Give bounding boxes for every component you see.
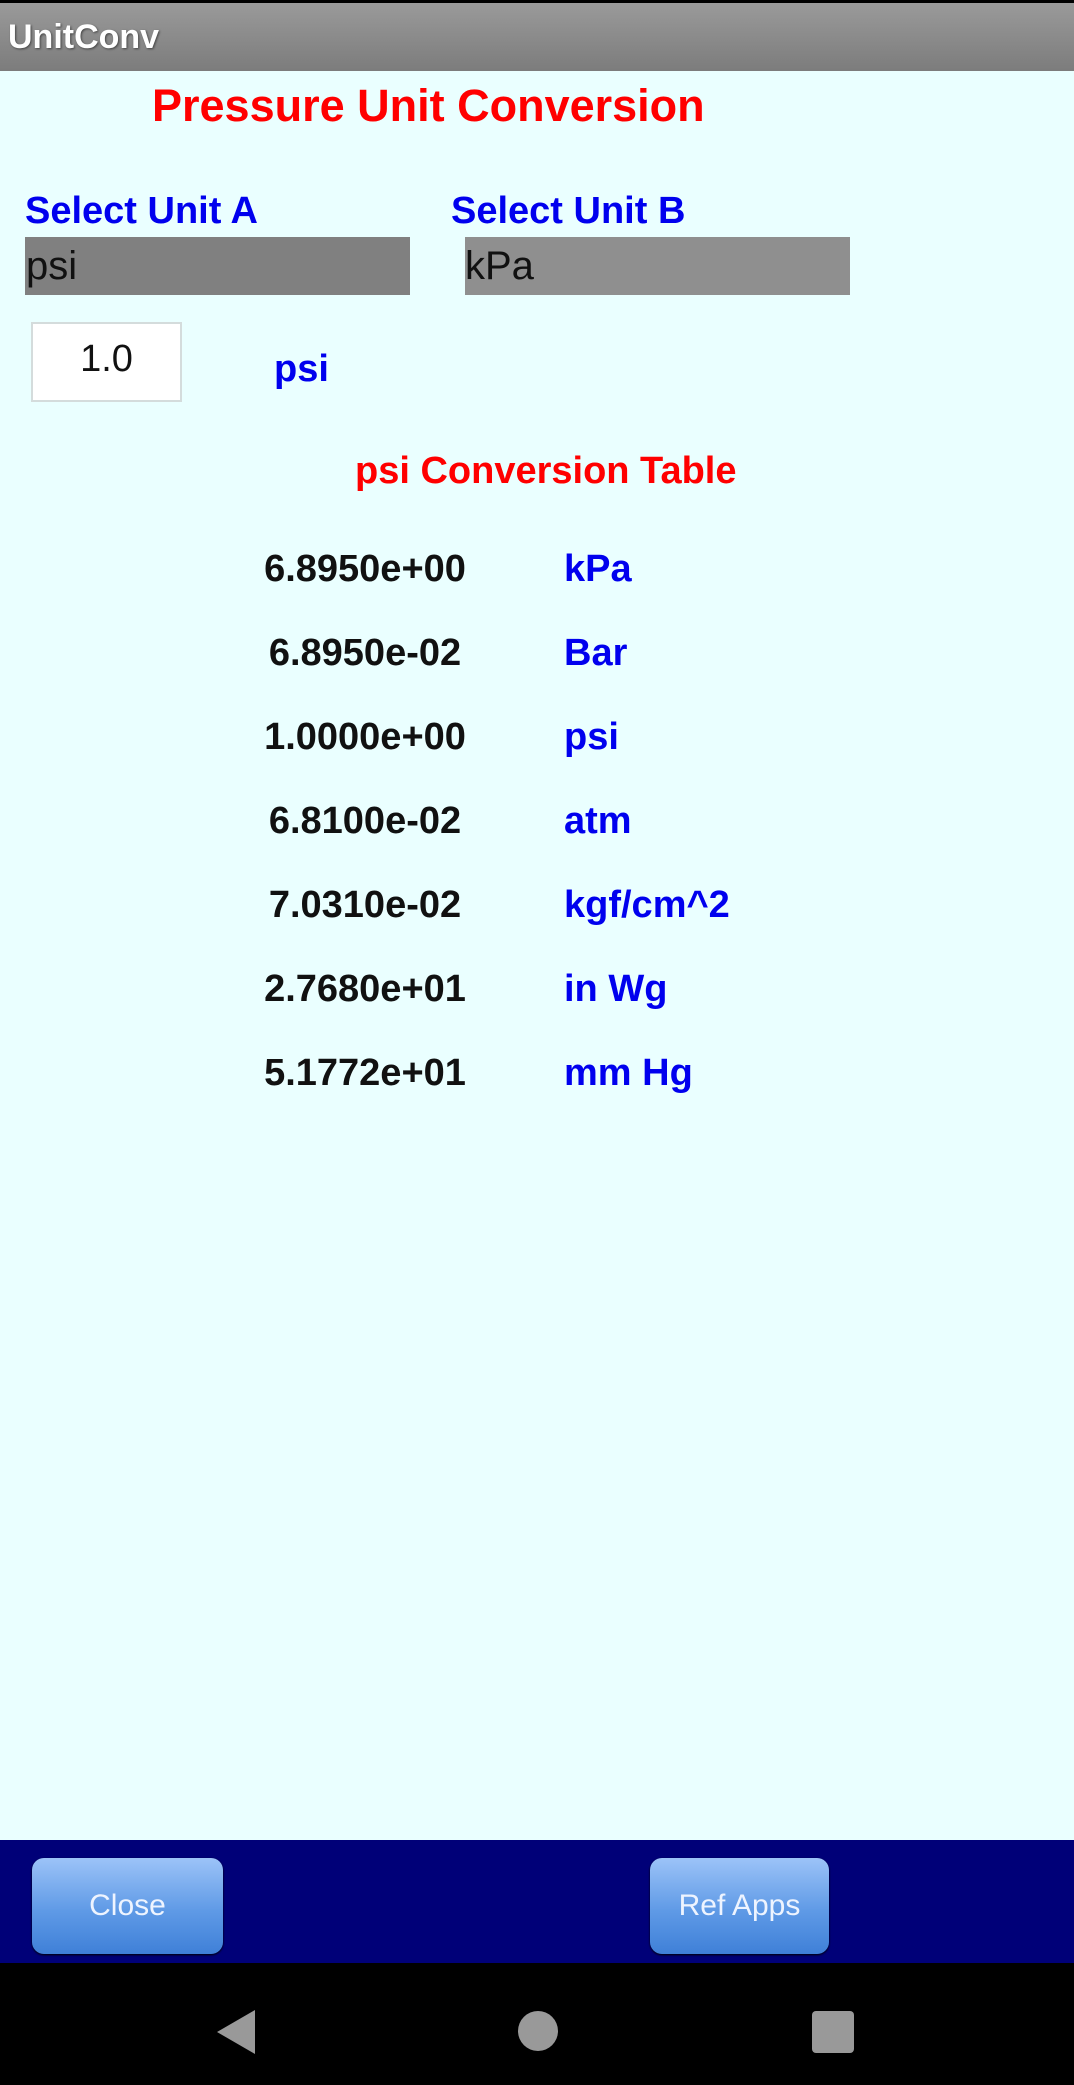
home-icon[interactable] [518,2011,558,2051]
ref-apps-button[interactable]: Ref Apps [650,1858,829,1954]
app-title: UnitConv [8,18,160,56]
unit-b-select[interactable]: kPa [465,237,850,295]
table-row-value: 1.0000e+00 [264,716,466,758]
table-row-value: 6.8950e-02 [268,632,462,674]
app-title-bar: UnitConv [0,3,1074,71]
table-row-unit: mm Hg [564,1052,693,1094]
conversion-table-title: psi Conversion Table [355,450,737,492]
table-row-value: 7.0310e-02 [268,884,462,926]
unit-a-value: psi [26,244,78,288]
unit-b-value: kPa [465,244,534,288]
bottom-bar: Close Ref Apps [0,1840,1074,1963]
table-row-unit: atm [564,800,632,842]
table-row-value: 6.8950e+00 [264,548,466,590]
table-row-value: 5.1772e+01 [264,1052,466,1094]
unit-b-label: Select Unit B [451,190,686,232]
table-row-unit: psi [564,716,619,758]
close-button[interactable]: Close [32,1858,223,1954]
table-row-value: 6.8100e-02 [268,800,462,842]
table-row-unit: kgf/cm^2 [564,884,730,926]
unit-a-label: Select Unit A [25,190,258,232]
page-title: Pressure Unit Conversion [152,80,705,131]
table-row-unit: in Wg [564,968,668,1010]
input-unit-label: psi [274,348,329,390]
recents-icon[interactable] [812,2011,854,2053]
table-row-unit: Bar [564,632,628,674]
table-row-unit: kPa [564,548,632,590]
table-row-value: 2.7680e+01 [264,968,466,1010]
value-input[interactable]: 1.0 [31,322,182,402]
unit-a-select[interactable]: psi [25,237,410,295]
back-icon[interactable] [217,2010,255,2054]
